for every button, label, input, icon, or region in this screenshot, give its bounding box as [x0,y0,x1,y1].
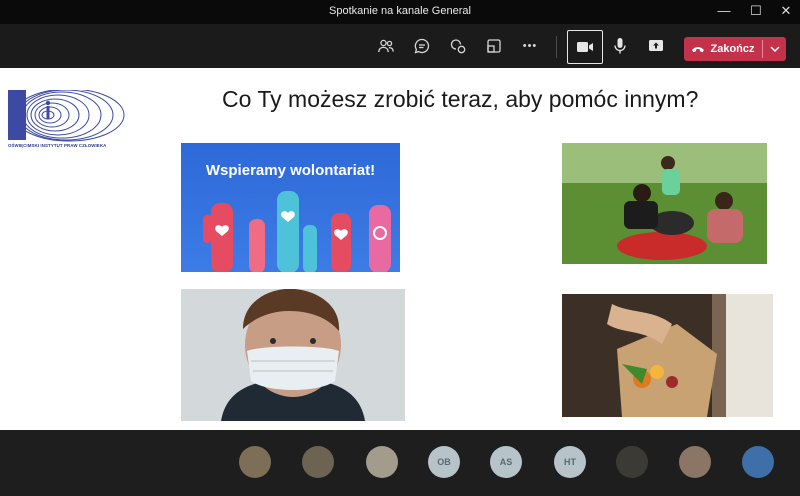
microphone-button[interactable] [604,30,636,62]
raised-hands-illustration [203,191,391,272]
participants-button[interactable] [370,30,402,62]
mic-icon [614,38,626,54]
participant-avatar[interactable] [239,446,271,478]
participant-initials: OB [437,457,451,467]
rooms-button[interactable] [478,30,510,62]
masked-person-illustration [181,289,405,421]
hang-up-icon [692,47,705,53]
close-window-button[interactable]: ✕ [770,0,800,24]
participants-icon [378,39,394,53]
reactions-button[interactable] [442,30,474,62]
participant-initials: HT [564,457,576,467]
participant-avatar-ob[interactable]: OB [428,446,460,478]
participant-avatar[interactable] [616,446,648,478]
shared-presentation: OŚWIĘCIMSKI INSTYTUT PRAW CZŁOWIEKA Co T… [0,68,800,430]
participant-initials: AS [499,457,513,467]
dog-care-photo [562,143,767,264]
volunteer-poster-image: Wspieramy wolontariat! [181,143,400,272]
minimize-button[interactable]: — [708,0,740,24]
participant-avatar-as[interactable]: AS [490,446,522,478]
participant-avatar[interactable] [302,446,334,478]
chevron-down-icon [770,46,780,52]
logo-caption: OŚWIĘCIMSKI INSTYTUT PRAW CZŁOWIEKA [8,143,107,148]
participant-gallery: OB AS HT [0,430,800,496]
participant-avatar[interactable] [742,446,774,478]
end-call-label: Zakończ [710,43,755,55]
participant-avatar[interactable] [679,446,711,478]
masked-person-photo [181,289,405,421]
institute-logo [8,90,125,142]
meeting-toolbar: ••• [0,24,800,68]
maximize-button[interactable]: ☐ [740,0,772,24]
end-call-options[interactable] [764,37,786,61]
slide-title: Co Ty możesz zrobić teraz, aby pomóc inn… [222,86,699,112]
dog-care-illustration [562,143,767,264]
grocery-bag-photo [562,294,773,417]
chat-icon [414,38,430,54]
share-icon [649,40,663,51]
window-title: Spotkanie na kanale General [329,5,471,17]
more-icon: ••• [522,40,538,52]
camera-icon [577,42,593,52]
share-screen-button[interactable] [640,30,672,62]
reactions-icon [450,39,466,54]
title-bar: Spotkanie na kanale General — ☐ ✕ [0,0,800,24]
end-call-button[interactable]: Zakończ [684,37,786,61]
toolbar-divider [556,36,557,58]
participant-avatar[interactable] [366,446,398,478]
end-call-divider [762,40,763,58]
camera-button[interactable] [567,30,603,64]
rooms-icon [487,39,501,53]
participant-avatar-ht[interactable]: HT [554,446,586,478]
more-options-button[interactable]: ••• [514,30,546,62]
end-call-main[interactable]: Zakończ [684,37,762,61]
chat-button[interactable] [406,30,438,62]
grocery-bag-illustration [562,294,773,417]
